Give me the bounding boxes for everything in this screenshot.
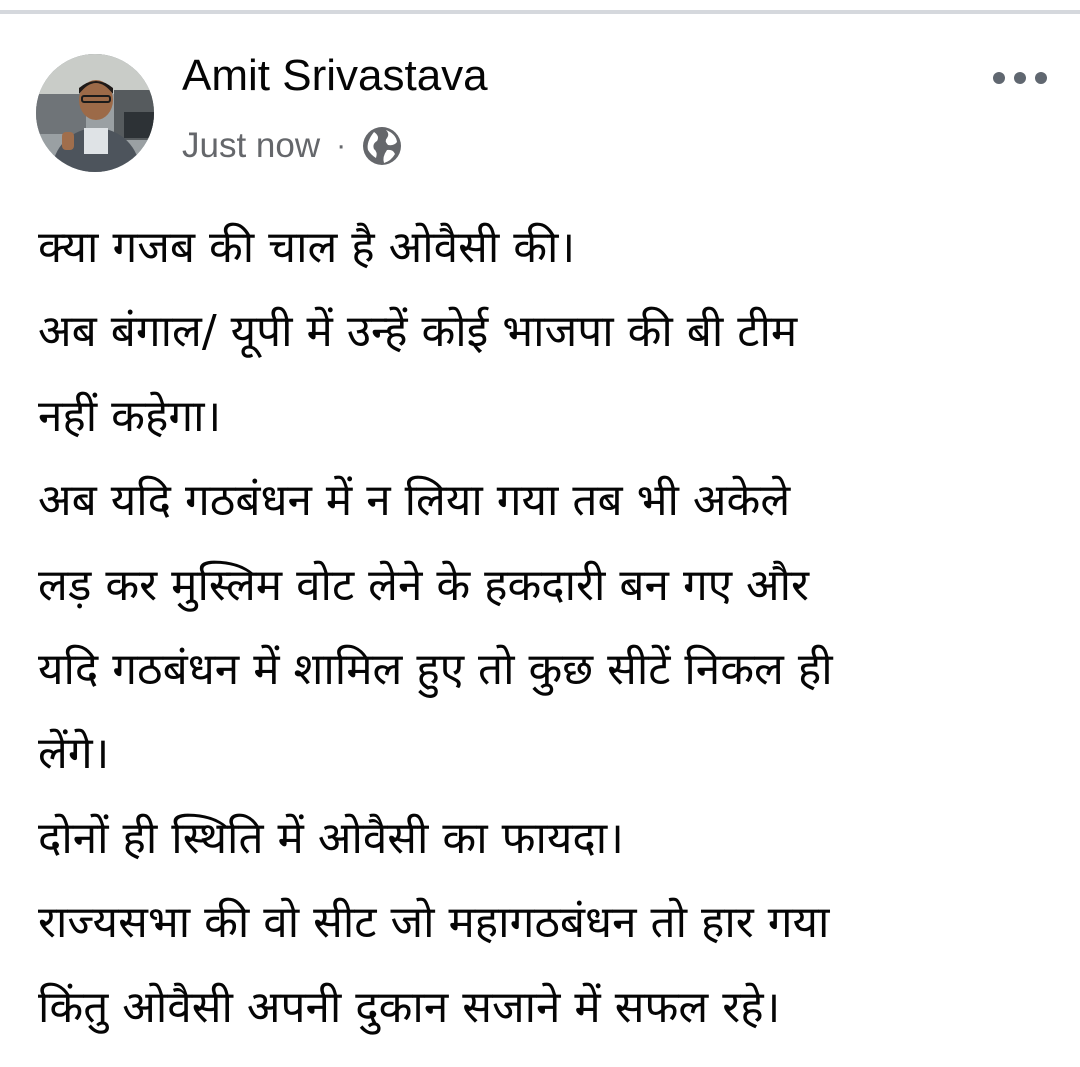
post-timestamp[interactable]: Just now xyxy=(182,126,320,166)
meta-separator: · xyxy=(336,129,347,162)
post-card: Amit Srivastava Just now · क्या गजब की च… xyxy=(0,18,1080,1067)
post-header: Amit Srivastava Just now · xyxy=(0,18,1080,188)
post-meta: Just now · xyxy=(182,122,404,170)
post-text-line: यदि गठबंधन में शामिल हुए तो कुछ सीटें नि… xyxy=(38,643,833,695)
avatar-photo xyxy=(36,54,154,172)
post-text-line: अब यदि गठबंधन में न लिया गया तब भी अकेले xyxy=(38,475,791,527)
more-horizontal-icon xyxy=(993,72,1047,84)
post-text-line: दोनों ही स्थिति में ओवैसी का फायदा। xyxy=(38,812,624,864)
post-body: क्या गजब की चाल है ओवैसी की। अब बंगाल/ य… xyxy=(38,206,1058,1050)
post-text-line: नहीं कहेगा। xyxy=(38,390,222,442)
post-text-line: किंतु ओवैसी अपनी दुकान सजाने में सफल रहे… xyxy=(38,981,781,1033)
post-text-line: अब बंगाल/ यूपी में उन्हें कोई भाजपा की ब… xyxy=(38,306,798,358)
author-name[interactable]: Amit Srivastava xyxy=(182,48,488,104)
top-bar xyxy=(0,0,1080,14)
author-avatar[interactable] xyxy=(36,54,154,172)
globe-icon[interactable] xyxy=(360,124,404,168)
more-options-button[interactable] xyxy=(984,58,1056,98)
post-text-line: लड़ कर मुस्लिम वोट लेने के हकदारी बन गए … xyxy=(38,559,810,611)
post-text-line: लेंगे। xyxy=(38,728,110,780)
post-text-line: राज्यसभा की वो सीट जो महागठबंधन तो हार ग… xyxy=(38,897,830,949)
post-text-line: क्या गजब की चाल है ओवैसी की। xyxy=(38,222,576,273)
